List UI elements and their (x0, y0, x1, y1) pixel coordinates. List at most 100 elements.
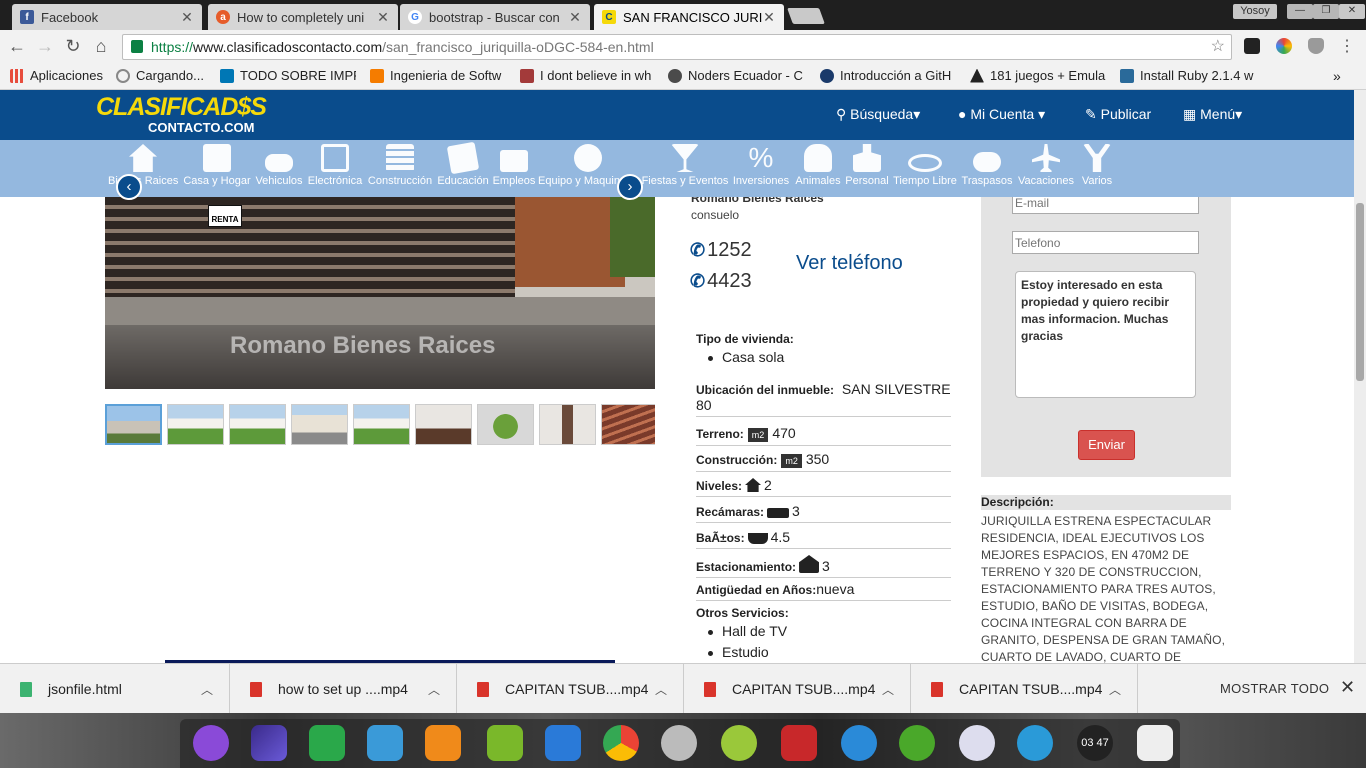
category-personal[interactable]: Personal (844, 144, 890, 187)
wifi-icon[interactable] (1017, 725, 1053, 761)
close-icon[interactable]: ✕ (568, 9, 582, 26)
bookmark-item[interactable]: TODO SOBRE IMPR (220, 68, 356, 83)
message-textarea[interactable]: Estoy interesado en esta propiedad y qui… (1015, 271, 1196, 398)
tab-clasificados[interactable]: C SAN FRANCISCO JURIQ ✕ (594, 4, 784, 30)
page-scrollbar[interactable] (1354, 90, 1366, 663)
network-app-icon[interactable] (309, 725, 345, 761)
category-tiempo-libre[interactable]: Tiempo Libre (892, 144, 958, 187)
video-player-icon[interactable] (545, 725, 581, 761)
show-all-downloads-button[interactable]: MOSTRAR TODO (1220, 681, 1329, 696)
window-close-icon[interactable]: ✕ (1339, 4, 1365, 19)
chevron-up-icon[interactable]: ︿ (655, 681, 667, 698)
thumbnail[interactable] (415, 404, 472, 445)
email-field[interactable] (1012, 197, 1199, 214)
download-item[interactable]: how to set up ....mp4 ︿ (230, 664, 457, 714)
browser-app-icon[interactable] (841, 725, 877, 761)
bookmark-apps[interactable]: Aplicaciones (10, 68, 110, 83)
thumbnail[interactable] (477, 404, 534, 445)
category-inversiones[interactable]: % Inversiones (732, 144, 790, 188)
maximize-icon[interactable]: ❐ (1313, 4, 1339, 19)
music-icon[interactable] (487, 725, 523, 761)
home-icon[interactable]: ⌂ (90, 36, 112, 57)
color-extension-icon[interactable] (1276, 38, 1292, 54)
tab-google[interactable]: G bootstrap - Buscar con ✕ (400, 4, 590, 30)
bookmark-item[interactable]: Install Ruby 2.1.4 w (1120, 68, 1256, 83)
bookmark-item[interactable]: 181 juegos + Emula (970, 68, 1108, 83)
trash-icon[interactable] (1137, 725, 1173, 761)
bookmark-item[interactable]: I dont believe in wh (520, 68, 655, 83)
scrollbar-thumb[interactable] (1356, 203, 1364, 381)
notes-app-icon[interactable] (721, 725, 757, 761)
file-manager-icon[interactable] (367, 725, 403, 761)
enviar-button[interactable]: Enviar (1078, 430, 1135, 460)
shield-icon[interactable] (1308, 38, 1324, 54)
category-casa-hogar[interactable]: Casa y Hogar (182, 144, 252, 187)
download-item[interactable]: jsonfile.html ︿ (0, 664, 230, 714)
forward-arrow-icon[interactable]: → (34, 36, 56, 57)
terminal-icon[interactable] (781, 725, 817, 761)
bookmark-item[interactable]: Introducción a GitH (820, 68, 956, 83)
tab-ask[interactable]: a How to completely uni ✕ (208, 4, 398, 30)
thumbnail[interactable] (291, 404, 348, 445)
site-logo[interactable]: CLASIFICAD$S CONTACTO.COM (96, 95, 267, 137)
thumbnail[interactable] (539, 404, 596, 445)
minimize-icon[interactable]: — (1287, 4, 1313, 19)
close-icon[interactable]: ✕ (376, 9, 390, 26)
category-educacion[interactable]: Educación (436, 141, 490, 187)
extension-icon[interactable] (1244, 38, 1260, 54)
download-item[interactable]: CAPITAN TSUB....mp4 ︿ (911, 664, 1138, 714)
chevron-up-icon[interactable]: ︿ (428, 681, 440, 698)
category-traspasos[interactable]: Traspasos (960, 144, 1014, 187)
category-empleos[interactable]: Empleos (492, 144, 536, 187)
download-item[interactable]: CAPITAN TSUB....mp4 ︿ (457, 664, 684, 714)
nav-mi-cuenta[interactable]: ● Mi Cuenta ▾ (958, 106, 1045, 123)
thumbnail[interactable] (601, 404, 655, 445)
chevron-up-icon[interactable]: ︿ (201, 681, 213, 698)
power-icon[interactable] (899, 725, 935, 761)
back-arrow-icon[interactable]: ← (6, 36, 28, 57)
reload-icon[interactable]: ↻ (62, 36, 84, 57)
thumbnail[interactable] (353, 404, 410, 445)
launcher-rocket-icon[interactable] (193, 725, 229, 761)
category-vacaciones[interactable]: Vacaciones (1016, 144, 1076, 187)
category-electronica[interactable]: Electrónica (306, 144, 364, 187)
chevron-up-icon[interactable]: ︿ (882, 681, 894, 698)
category-varios[interactable]: Varios (1078, 144, 1116, 187)
ver-telefono-link[interactable]: Ver teléfono (796, 252, 903, 275)
search-app-icon[interactable] (959, 725, 995, 761)
tab-facebook[interactable]: f Facebook ✕ (12, 4, 202, 30)
category-vehiculos[interactable]: Vehiculos (254, 144, 304, 187)
chevron-up-icon[interactable]: ︿ (1109, 681, 1121, 698)
thumbnail[interactable] (167, 404, 224, 445)
clock-widget[interactable]: 03 47 (1077, 725, 1113, 761)
category-fiestas-eventos[interactable]: Fiestas y Eventos (640, 144, 730, 187)
bookmark-item[interactable]: Noders Ecuador - C (668, 68, 808, 83)
category-construccion[interactable]: Construcción (366, 144, 434, 187)
nav-menu[interactable]: ▦ Menú▾ (1183, 106, 1242, 123)
bookmark-item[interactable]: Ingenieria de Softw (370, 68, 506, 83)
thumbnail[interactable] (229, 404, 286, 445)
menu-icon[interactable]: ⋮ (1336, 36, 1358, 56)
screenshot-app-icon[interactable] (251, 725, 287, 761)
carousel-next-button[interactable]: › (617, 174, 643, 200)
listing-photo[interactable]: RENTA Romano Bienes Raices (105, 197, 655, 389)
settings-gear-icon[interactable] (661, 725, 697, 761)
bookmarks-overflow[interactable]: » (1333, 68, 1341, 84)
download-item[interactable]: CAPITAN TSUB....mp4 ︿ (684, 664, 911, 714)
close-icon[interactable]: ✕ (180, 9, 194, 26)
chrome-icon[interactable] (603, 725, 639, 761)
nav-publicar[interactable]: ✎ Publicar (1085, 106, 1151, 123)
carousel-prev-button[interactable]: ‹ (116, 174, 142, 200)
profile-button[interactable]: Yosoy (1233, 4, 1277, 19)
close-download-bar-icon[interactable]: ✕ (1340, 677, 1355, 698)
address-bar[interactable]: https://www.clasificadoscontacto.com/san… (122, 34, 1232, 60)
thumbnail[interactable] (105, 404, 162, 445)
new-tab-button[interactable] (787, 8, 825, 24)
store-bag-icon[interactable] (425, 725, 461, 761)
nav-busqueda[interactable]: ⚲ Búsqueda▾ (836, 106, 920, 123)
category-animales[interactable]: Animales (794, 144, 842, 187)
bookmark-item[interactable]: Cargando... (116, 68, 212, 83)
close-icon[interactable]: ✕ (762, 9, 776, 26)
telefono-field[interactable] (1012, 231, 1199, 254)
bookmark-star-icon[interactable]: ☆ (1211, 35, 1225, 59)
